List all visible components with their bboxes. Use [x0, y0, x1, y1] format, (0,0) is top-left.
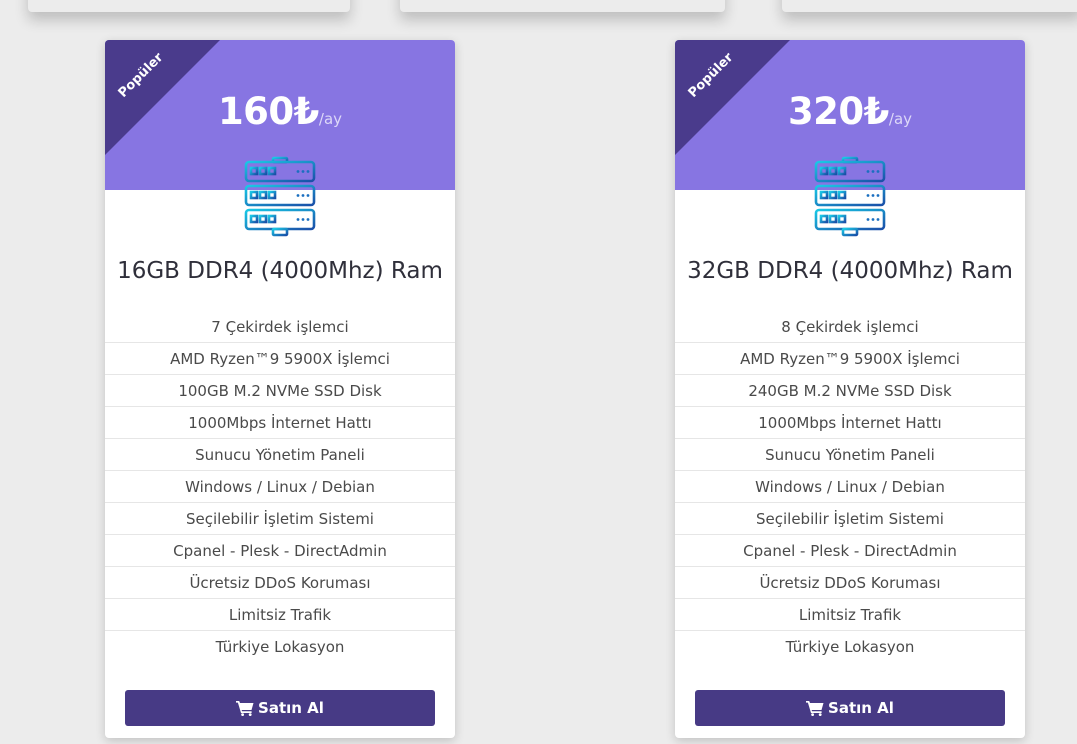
feature-item: 8 Çekirdek işlemci	[675, 311, 1025, 343]
partial-card-top-left	[28, 0, 350, 12]
feature-item: Seçilebilir İşletim Sistemi	[105, 503, 455, 535]
feature-item: Türkiye Lokasyon	[215, 638, 345, 656]
feature-item: Windows / Linux / Debian	[105, 471, 455, 503]
feature-item: 1000Mbps İnternet Hattı	[675, 407, 1025, 439]
partial-card-top-right	[782, 0, 1077, 12]
buy-button[interactable]: Satın Al	[695, 690, 1005, 726]
feature-item: 7 Çekirdek işlemci	[105, 311, 455, 343]
shopping-cart-icon	[236, 701, 254, 716]
feature-item: Sunucu Yönetim Paneli	[105, 439, 455, 471]
plan-title: 16GB DDR4 (4000Mhz) Ram	[117, 258, 443, 284]
buy-button-label: Satın Al	[258, 699, 324, 717]
partial-card-top-middle	[400, 0, 725, 12]
feature-item: AMD Ryzen™9 5900X İşlemci	[105, 343, 455, 375]
price-period: /ay	[888, 110, 913, 128]
feature-item: Türkiye Lokasyon	[785, 638, 915, 656]
feature-item: Cpanel - Plesk - DirectAdmin	[675, 535, 1025, 567]
pricing-card-32gb: Popüler 320₺/ay 32GB DDR4 (4000Mhz) Ram …	[675, 40, 1025, 738]
feature-item: Limitsiz Trafik	[105, 599, 455, 631]
shopping-cart-icon	[806, 701, 824, 716]
server-rack-icon	[244, 156, 316, 237]
price: 320₺/ay	[675, 90, 1025, 133]
price: 160₺/ay	[105, 90, 455, 133]
feature-item: Windows / Linux / Debian	[675, 471, 1025, 503]
buy-button[interactable]: Satın Al	[125, 690, 435, 726]
feature-item: 100GB M.2 NVMe SSD Disk	[105, 375, 455, 407]
pricing-card-16gb: Popüler 160₺/ay 16GB DDR4 (4000Mhz) Ram …	[105, 40, 455, 738]
feature-item: Ücretsiz DDoS Koruması	[675, 567, 1025, 599]
feature-item: Sunucu Yönetim Paneli	[675, 439, 1025, 471]
feature-item: AMD Ryzen™9 5900X İşlemci	[675, 343, 1025, 375]
feature-item: Ücretsiz DDoS Koruması	[105, 567, 455, 599]
feature-item: 240GB M.2 NVMe SSD Disk	[675, 375, 1025, 407]
price-period: /ay	[318, 110, 343, 128]
feature-item: 1000Mbps İnternet Hattı	[105, 407, 455, 439]
price-amount: 320₺	[787, 90, 889, 133]
plan-title: 32GB DDR4 (4000Mhz) Ram	[687, 258, 1013, 284]
server-rack-icon	[814, 156, 886, 237]
price-amount: 160₺	[217, 90, 319, 133]
feature-item: Limitsiz Trafik	[675, 599, 1025, 631]
feature-list: 7 Çekirdek işlemci AMD Ryzen™9 5900X İşl…	[105, 311, 455, 663]
buy-button-label: Satın Al	[828, 699, 894, 717]
feature-list: 8 Çekirdek işlemci AMD Ryzen™9 5900X İşl…	[675, 311, 1025, 663]
feature-item: Cpanel - Plesk - DirectAdmin	[105, 535, 455, 567]
feature-item: Seçilebilir İşletim Sistemi	[675, 503, 1025, 535]
